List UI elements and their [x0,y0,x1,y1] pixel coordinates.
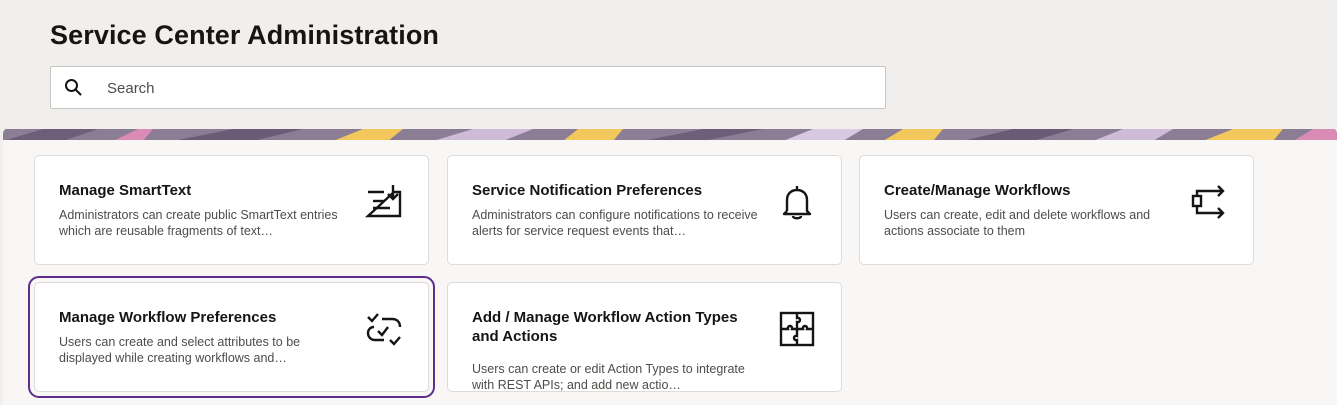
card-manage-workflow-action-types[interactable]: Add / Manage Workflow Action Types and A… [447,282,842,392]
decorative-banner [3,128,1337,140]
search-input[interactable] [105,67,869,110]
puzzle-icon [779,311,815,347]
text-download-icon [364,185,402,218]
card-description: Users can create or edit Action Types to… [472,362,745,392]
page-title: Service Center Administration [50,20,440,50]
card-title: Service Notification Preferences [472,182,703,199]
workflow-arrows-icon [1191,185,1225,219]
card-description: Users can create, edit and delete workfl… [884,208,1151,238]
card-description: Users can create and select attributes t… [59,335,301,365]
card-title: Create/Manage Workflows [884,182,1071,199]
cards-area: Manage SmartText Administrators can crea… [3,140,1337,405]
card-service-notification-preferences[interactable]: Service Notification Preferences Adminis… [447,155,842,265]
check-loop-icon [366,313,402,346]
card-create-manage-workflows[interactable]: Create/Manage Workflows Users can create… [859,155,1254,265]
search-box[interactable] [50,66,886,110]
card-manage-workflow-preferences[interactable]: Manage Workflow Preferences Users can cr… [28,276,435,398]
card-title: Manage SmartText [59,182,192,199]
card-title: Add / Manage Workflow Action Types and A… [472,309,738,345]
search-icon [65,79,82,96]
card-description: Administrators can create public SmartTe… [59,208,338,238]
card-title: Manage Workflow Preferences [59,309,277,326]
bell-icon [782,186,812,220]
card-manage-smarttext[interactable]: Manage SmartText Administrators can crea… [34,155,429,265]
card-description: Administrators can configure notificatio… [472,208,758,238]
